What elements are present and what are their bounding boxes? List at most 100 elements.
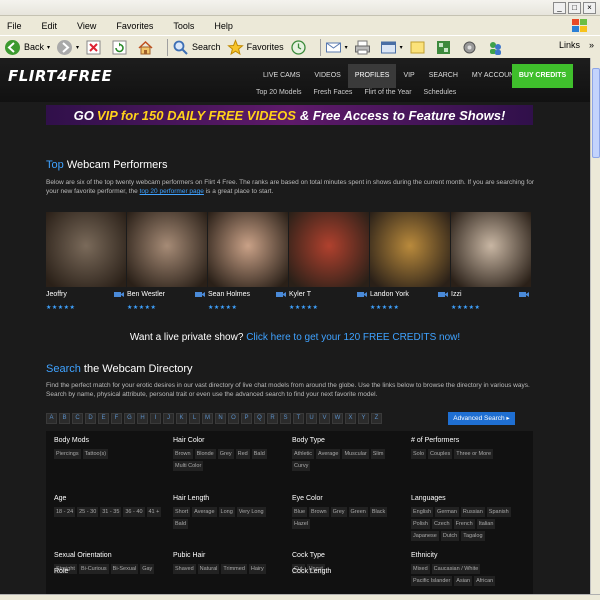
filter-option[interactable]: Athletic <box>292 449 315 459</box>
msn-button[interactable] <box>487 39 507 56</box>
letter-filter-s[interactable]: S <box>280 413 291 424</box>
letter-filter-z[interactable]: Z <box>371 413 382 424</box>
filter-option[interactable]: Couples <box>428 449 453 459</box>
letter-filter-u[interactable]: U <box>306 413 317 424</box>
filter-option[interactable]: English <box>411 507 434 517</box>
performer-card[interactable]: Landon York ★★★★★ <box>370 212 450 312</box>
stop-button[interactable] <box>85 39 105 56</box>
filter-option[interactable]: Very Long <box>236 507 266 517</box>
letter-filter-y[interactable]: Y <box>358 413 369 424</box>
filter-option[interactable]: Spanish <box>486 507 511 517</box>
filter-option[interactable]: Brown <box>173 449 193 459</box>
performer-card[interactable]: Ben Westler ★★★★★ <box>127 212 207 312</box>
letter-filter-j[interactable]: J <box>163 413 174 424</box>
filter-option[interactable]: Black <box>369 507 388 517</box>
menu-view[interactable]: View <box>74 20 99 32</box>
menu-file[interactable]: File <box>4 20 25 32</box>
letter-filter-k[interactable]: K <box>176 413 187 424</box>
filter-option[interactable]: Caucasian / White <box>431 564 481 574</box>
home-button[interactable] <box>137 39 157 56</box>
mail-button[interactable]: ▾ <box>325 39 348 56</box>
letter-filter-c[interactable]: C <box>72 413 83 424</box>
filter-option[interactable]: Solo <box>411 449 427 459</box>
filter-option[interactable]: Slim <box>370 449 386 459</box>
filter-option[interactable]: Grey <box>330 507 347 517</box>
performer-name[interactable]: Izzi <box>451 291 462 298</box>
filter-option[interactable]: Bald <box>251 449 267 459</box>
filter-option[interactable]: Muscular <box>342 449 369 459</box>
filter-option[interactable]: Red <box>235 449 250 459</box>
filter-option[interactable]: German <box>435 507 459 517</box>
minimize-button[interactable]: _ <box>553 2 566 14</box>
filter-option[interactable]: Tattoo(s) <box>82 449 109 459</box>
search-button[interactable]: Search <box>172 39 221 56</box>
filter-option[interactable]: Pacific Islander <box>411 576 453 586</box>
performer-name[interactable]: Sean Holmes <box>208 291 250 298</box>
filter-option[interactable]: Long <box>218 507 235 517</box>
letter-filter-i[interactable]: I <box>150 413 161 424</box>
filter-option[interactable]: 31 - 35 <box>100 507 122 517</box>
close-button[interactable]: × <box>583 2 596 14</box>
letter-filter-v[interactable]: V <box>319 413 330 424</box>
free-credits-link[interactable]: Click here to get your 120 FREE CREDITS … <box>246 332 460 343</box>
letter-filter-r[interactable]: R <box>267 413 278 424</box>
filter-option[interactable]: 41 + <box>146 507 162 517</box>
edit-button[interactable]: ▾ <box>380 39 403 56</box>
maximize-button[interactable]: □ <box>568 2 581 14</box>
performer-card[interactable]: Sean Holmes ★★★★★ <box>208 212 288 312</box>
filter-option[interactable]: Average <box>316 449 341 459</box>
letter-filter-q[interactable]: Q <box>254 413 265 424</box>
menu-favorites[interactable]: Favorites <box>113 20 156 32</box>
favorites-button[interactable]: Favorites <box>226 38 284 56</box>
vip-promo-banner[interactable]: GO VIP for 150 DAILY FREE VIDEOS & Free … <box>46 105 533 125</box>
letter-filter-o[interactable]: O <box>228 413 239 424</box>
filter-option[interactable]: Three or More <box>454 449 494 459</box>
performer-card[interactable]: Izzi ★★★★★ <box>451 212 531 312</box>
nav-vip[interactable]: VIP <box>396 64 421 88</box>
filter-option[interactable]: Hairy <box>248 564 266 574</box>
subnav-top-20-models[interactable]: Top 20 Models <box>256 89 302 96</box>
letter-filter-d[interactable]: D <box>85 413 96 424</box>
refresh-button[interactable] <box>111 39 131 56</box>
filter-option[interactable]: Italian <box>476 519 496 529</box>
letter-filter-n[interactable]: N <box>215 413 226 424</box>
forward-button[interactable]: ▾ <box>56 39 79 56</box>
filter-option[interactable]: Shaved <box>173 564 196 574</box>
letter-filter-m[interactable]: M <box>202 413 213 424</box>
performer-name[interactable]: Landon York <box>370 291 409 298</box>
filter-option[interactable]: Polish <box>411 519 430 529</box>
filter-option[interactable]: Russian <box>460 507 485 517</box>
filter-option[interactable]: Piercings <box>54 449 81 459</box>
messenger-button[interactable] <box>461 39 481 56</box>
performer-card[interactable]: Jeoffry ★★★★★ <box>46 212 126 312</box>
filter-option[interactable]: Short <box>173 507 191 517</box>
nav-live-cams[interactable]: LIVE CAMS <box>256 64 307 88</box>
performer-photo[interactable] <box>46 212 126 287</box>
performer-name[interactable]: Kyler T <box>289 291 311 298</box>
menu-tools[interactable]: Tools <box>170 20 197 32</box>
research-button[interactable] <box>435 39 455 56</box>
letter-filter-l[interactable]: L <box>189 413 200 424</box>
filter-option[interactable]: Green <box>348 507 368 517</box>
letter-filter-f[interactable]: F <box>111 413 122 424</box>
chevron-right-icon[interactable]: » <box>589 40 594 50</box>
letter-filter-t[interactable]: T <box>293 413 304 424</box>
filter-option[interactable]: Asian <box>454 576 473 586</box>
links-label[interactable]: Links <box>559 40 580 50</box>
menu-edit[interactable]: Edit <box>39 20 61 32</box>
letter-filter-x[interactable]: X <box>345 413 356 424</box>
filter-option[interactable]: Hazel <box>292 519 311 529</box>
subnav-fresh-faces[interactable]: Fresh Faces <box>314 89 353 96</box>
buy-credits-button[interactable]: BUY CREDITS <box>512 64 573 88</box>
filter-option[interactable]: African <box>474 576 496 586</box>
filter-option[interactable]: Grey <box>217 449 234 459</box>
nav-videos[interactable]: VIDEOS <box>307 64 347 88</box>
print-button[interactable] <box>354 39 374 56</box>
filter-option[interactable]: Blonde <box>194 449 216 459</box>
performer-photo[interactable] <box>289 212 369 287</box>
advanced-search-button[interactable]: Advanced Search ▸ <box>448 412 515 425</box>
subnav-schedules[interactable]: Schedules <box>424 89 457 96</box>
letter-filter-h[interactable]: H <box>137 413 148 424</box>
filter-option[interactable]: Tagalog <box>461 531 485 541</box>
filter-option[interactable]: 36 - 40 <box>123 507 145 517</box>
